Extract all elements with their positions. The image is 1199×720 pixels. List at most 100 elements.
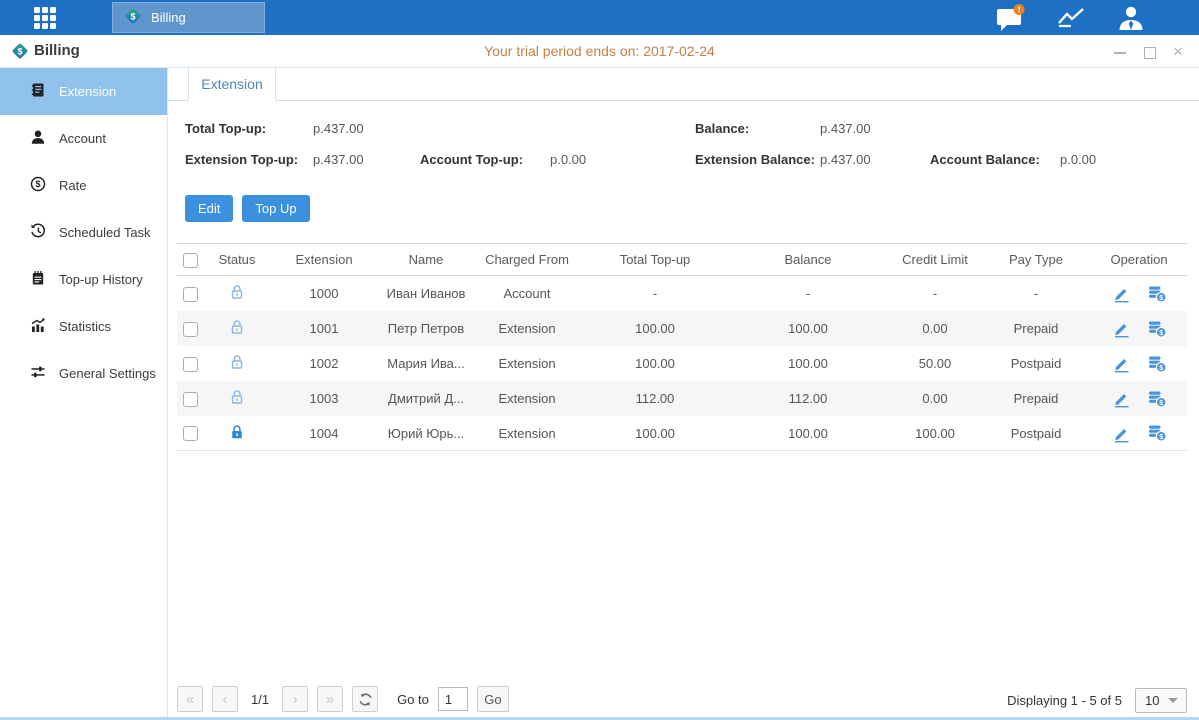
topup-icon[interactable]: $ [1147,320,1167,338]
sidebar-item-topup-history[interactable]: Top-up History [0,256,167,303]
refresh-button[interactable] [352,686,378,712]
table-row: 1000Иван ИвановAccount----$ [177,276,1187,311]
window-titlebar: $ Billing Your trial period ends on: 201… [0,35,1199,68]
top-up-button[interactable]: Top Up [242,195,309,222]
extension-ledger-icon [30,82,46,101]
dollar-circle-icon: $ [30,176,46,195]
account-topup-label: Account Top-up: [420,152,523,167]
go-button[interactable]: Go [477,686,509,712]
extension-balance-value: p.437.00 [820,152,871,167]
pay-type-cell: Postpaid [981,426,1091,441]
minimize-icon[interactable] [1113,45,1127,59]
total-topup-label: Total Top-up: [185,121,266,136]
user-account-icon[interactable] [1112,3,1150,33]
sidebar-item-label: Scheduled Task [59,225,151,240]
status-unlocked-icon[interactable] [228,388,246,409]
page-size-value: 10 [1136,693,1168,708]
pay-type-cell: Prepaid [981,321,1091,336]
page-indicator: 1/1 [251,692,269,707]
balance-cell: - [727,286,889,301]
topup-icon[interactable]: $ [1147,285,1167,303]
sliders-icon [30,364,46,383]
credit-limit-cell: 100.00 [889,426,981,441]
sidebar: Extension Account $ Rate Scheduled T [0,68,168,720]
name-cell: Юрий Юрь... [381,426,471,441]
bar-chart-icon [30,317,46,336]
svg-text:$: $ [1159,329,1163,336]
col-pay-type: Pay Type [981,252,1091,267]
edit-icon[interactable] [1112,424,1131,443]
first-page-button[interactable]: « [177,686,203,712]
extension-cell: 1000 [267,286,381,301]
total-topup-cell: 100.00 [583,426,727,441]
notifications-icon[interactable]: ! [992,3,1030,33]
maximize-icon[interactable] [1142,45,1156,59]
balance-label: Balance: [695,121,749,136]
extension-topup-label: Extension Top-up: [185,152,298,167]
trial-notice: Your trial period ends on: 2017-02-24 [0,43,1199,59]
sidebar-item-scheduled-task[interactable]: Scheduled Task [0,209,167,256]
extension-topup-value: p.437.00 [313,152,364,167]
row-checkbox[interactable] [183,287,198,302]
topup-icon[interactable]: $ [1147,355,1167,373]
total-topup-cell: 112.00 [583,391,727,406]
col-operation: Operation [1091,252,1187,267]
status-locked-icon[interactable] [228,423,246,444]
charged-from-cell: Extension [471,426,583,441]
last-page-button[interactable]: » [317,686,343,712]
sidebar-item-rate[interactable]: $ Rate [0,162,167,209]
tab-strip: Extension [168,68,1199,101]
edit-icon[interactable] [1112,319,1131,338]
row-checkbox[interactable] [183,426,198,441]
topup-icon[interactable]: $ [1147,390,1167,408]
status-unlocked-icon[interactable] [228,353,246,374]
sidebar-item-label: Statistics [59,319,111,334]
svg-text:$: $ [1159,399,1163,406]
taskbar-tab-billing[interactable]: $ Billing [112,2,265,33]
apps-grid-icon[interactable] [33,6,57,30]
tab-extension[interactable]: Extension [188,68,276,101]
taskbar-tab-label: Billing [151,10,186,25]
sidebar-item-general-settings[interactable]: General Settings [0,350,167,397]
row-checkbox[interactable] [183,392,198,407]
extension-cell: 1002 [267,356,381,371]
status-unlocked-icon[interactable] [228,318,246,339]
col-charged-from: Charged From [471,252,583,267]
table-row: 1004Юрий Юрь...Extension100.00100.00100.… [177,416,1187,451]
name-cell: Мария Ива... [381,356,471,371]
row-checkbox[interactable] [183,322,198,337]
credit-limit-cell: 0.00 [889,391,981,406]
edit-icon[interactable] [1112,284,1131,303]
history-clock-icon [30,223,46,242]
page-size-select[interactable]: 10 [1135,688,1187,713]
charged-from-cell: Extension [471,391,583,406]
pay-type-cell: Postpaid [981,356,1091,371]
col-balance: Balance [727,252,889,267]
col-total-topup: Total Top-up [583,252,727,267]
table-row: 1001Петр ПетровExtension100.00100.000.00… [177,311,1187,346]
col-extension: Extension [267,252,381,267]
close-icon[interactable]: × [1171,45,1185,59]
total-topup-cell: 100.00 [583,356,727,371]
col-status: Status [207,252,267,267]
billing-diamond-icon: $ [123,6,143,29]
sidebar-item-extension[interactable]: Extension [0,68,167,115]
balance-cell: 100.00 [727,321,889,336]
resource-monitor-icon[interactable] [1052,3,1090,33]
topup-icon[interactable]: $ [1147,424,1167,442]
prev-page-button[interactable]: ‹ [212,686,238,712]
row-checkbox[interactable] [183,357,198,372]
displaying-text: Displaying 1 - 5 of 5 [1007,693,1122,708]
status-unlocked-icon[interactable] [228,283,246,304]
edit-icon[interactable] [1112,389,1131,408]
sidebar-item-account[interactable]: Account [0,115,167,162]
next-page-button[interactable]: › [282,686,308,712]
taskbar: $ Billing ! [0,0,1199,35]
col-name: Name [381,252,471,267]
sidebar-item-label: Top-up History [59,272,143,287]
sidebar-item-statistics[interactable]: Statistics [0,303,167,350]
goto-page-input[interactable] [438,687,468,711]
edit-icon[interactable] [1112,354,1131,373]
edit-button[interactable]: Edit [185,195,233,222]
select-all-checkbox[interactable] [183,253,198,268]
